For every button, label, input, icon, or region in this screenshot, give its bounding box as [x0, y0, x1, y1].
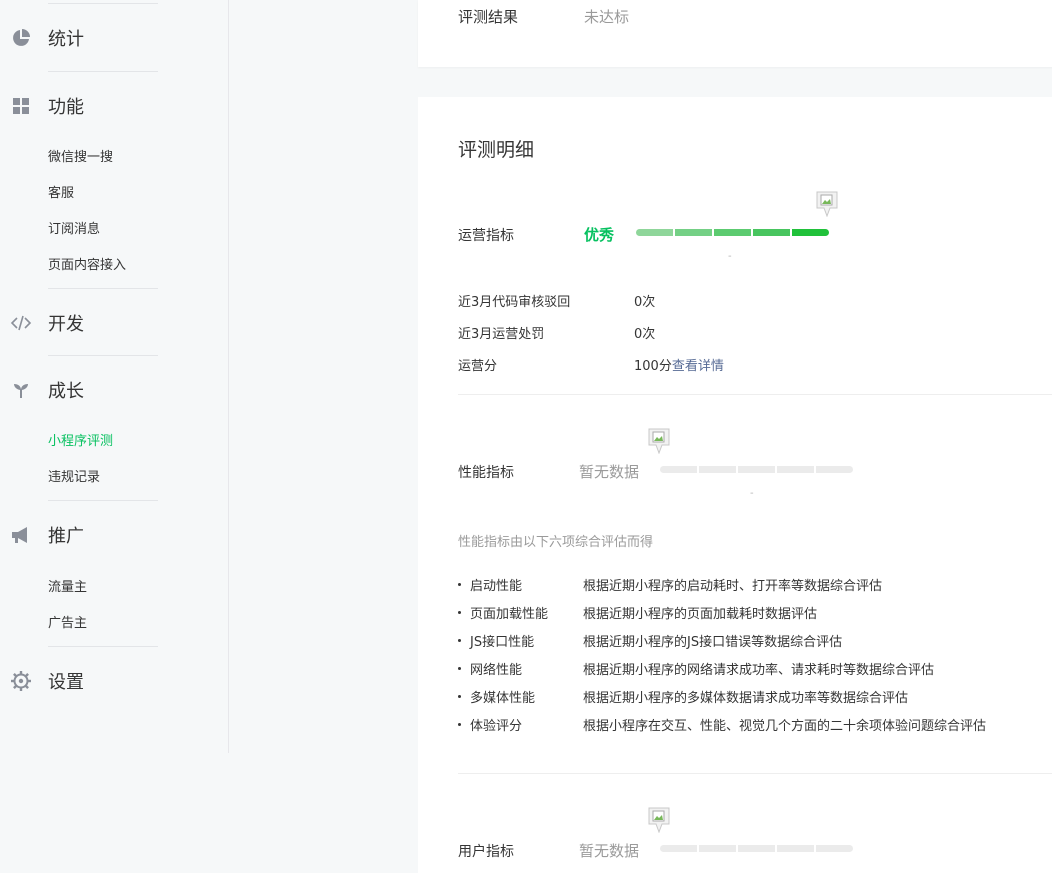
item-desc: 根据近期小程序的网络请求成功率、请求耗时等数据综合评估	[583, 663, 935, 678]
level-segment	[699, 466, 736, 473]
megaphone-icon	[10, 524, 32, 546]
sidebar-section-promo[interactable]: 推广	[0, 521, 229, 549]
level-segment	[777, 845, 814, 852]
operation-rating: 优秀	[584, 226, 615, 244]
item-desc: 根据近期小程序的启动耗时、打开率等数据综合评估	[583, 579, 883, 594]
level-segment	[714, 229, 751, 236]
level-segment	[777, 466, 814, 473]
audit-reject-value: 0次	[634, 295, 656, 310]
user-rating: 暂无数据	[579, 842, 640, 860]
item-name: 启动性能	[470, 579, 523, 594]
sidebar-section-label: 开发	[48, 314, 84, 335]
level-segment	[660, 466, 697, 473]
sidebar-section-label: 推广	[48, 526, 84, 547]
performance-rating: 暂无数据	[579, 463, 640, 481]
sidebar-section-label: 设置	[48, 672, 84, 693]
operation-level-bar	[636, 229, 829, 236]
sidebar-divider	[48, 3, 158, 4]
operation-score-row: 100分查看详情	[634, 355, 724, 374]
user-level-bar	[660, 845, 853, 852]
sidebar-item-traffic-owner[interactable]: 流量主	[48, 576, 87, 595]
section-divider	[458, 773, 1052, 774]
operation-dash: -	[728, 251, 732, 262]
grid-icon	[10, 95, 32, 117]
sidebar-section-label: 功能	[48, 97, 84, 118]
operation-indicator-label: 运营指标	[458, 228, 514, 244]
level-segment	[636, 229, 673, 236]
penalty-value: 0次	[634, 327, 656, 342]
level-segment	[660, 845, 697, 852]
sidebar-divider	[48, 500, 158, 501]
sidebar-divider	[48, 646, 158, 647]
sidebar-section-dev[interactable]: 开发	[0, 309, 229, 337]
sidebar-section-stats[interactable]: 统计	[0, 24, 229, 52]
code-icon	[10, 312, 32, 334]
level-marker-icon	[648, 428, 670, 454]
performance-level-bar	[660, 466, 853, 473]
level-segment	[816, 845, 853, 852]
item-desc: 根据近期小程序的JS接口错误等数据综合评估	[583, 635, 843, 650]
sidebar-item-violation-records[interactable]: 违规记录	[48, 466, 100, 485]
performance-indicator-label: 性能指标	[458, 465, 514, 481]
performance-note: 性能指标由以下六项综合评估而得	[458, 535, 654, 550]
sidebar-item-mini-program-evaluation[interactable]: 小程序评测	[48, 430, 113, 449]
audit-reject-label: 近3月代码审核驳回	[458, 295, 571, 310]
item-name: 多媒体性能	[470, 691, 536, 706]
sidebar-item-wechat-search[interactable]: 微信搜一搜	[48, 146, 113, 165]
sprout-icon	[10, 379, 32, 401]
sidebar: 统计 功能 微信搜一搜 客服 订阅消息 页面内容接入 开发 成长 小程序评测 违…	[0, 0, 229, 753]
level-segment	[753, 229, 790, 236]
level-segment	[699, 845, 736, 852]
item-desc: 根据小程序在交互、性能、视觉几个方面的二十余项体验问题综合评估	[583, 719, 987, 734]
sidebar-section-features[interactable]: 功能	[0, 92, 229, 120]
performance-dash: -	[750, 488, 754, 499]
detail-title: 评测明细	[458, 139, 535, 161]
result-card: 评测结果 未达标	[418, 0, 1052, 67]
item-name: 网络性能	[470, 663, 523, 678]
section-divider	[458, 394, 1052, 395]
sidebar-item-subscribe-message[interactable]: 订阅消息	[48, 218, 100, 237]
level-segment	[738, 466, 775, 473]
item-desc: 根据近期小程序的多媒体数据请求成功率等数据综合评估	[583, 691, 909, 706]
level-marker-icon	[816, 191, 838, 217]
operation-score-label: 运营分	[458, 359, 498, 374]
sidebar-section-label: 统计	[48, 29, 84, 50]
sidebar-section-growth[interactable]: 成长	[0, 376, 229, 404]
sidebar-section-settings[interactable]: 设置	[0, 667, 229, 695]
level-segment	[738, 845, 775, 852]
pie-chart-icon	[10, 27, 32, 49]
item-name: 页面加载性能	[470, 607, 549, 622]
level-segment	[675, 229, 712, 236]
user-indicator-label: 用户指标	[458, 844, 514, 860]
detail-card: 评测明细 运营指标 优秀 - 近3月代码审核驳回 0次 近3月运营处罚 0次 运…	[418, 97, 1052, 873]
view-details-link[interactable]: 查看详情	[672, 359, 724, 374]
result-value: 未达标	[584, 8, 630, 26]
sidebar-divider	[48, 355, 158, 356]
penalty-label: 近3月运营处罚	[458, 327, 545, 342]
operation-score-value: 100分	[634, 359, 672, 374]
level-segment	[816, 466, 853, 473]
result-label: 评测结果	[458, 8, 519, 26]
item-desc: 根据近期小程序的页面加载耗时数据评估	[583, 607, 818, 622]
item-name: 体验评分	[470, 719, 523, 734]
sidebar-item-customer-service[interactable]: 客服	[48, 182, 74, 201]
sidebar-divider	[48, 71, 158, 72]
item-name: JS接口性能	[470, 635, 535, 650]
sidebar-item-page-content[interactable]: 页面内容接入	[48, 254, 126, 273]
sidebar-divider	[48, 288, 158, 289]
level-segment	[792, 229, 829, 236]
gear-icon	[10, 670, 32, 692]
sidebar-item-advertiser[interactable]: 广告主	[48, 612, 87, 631]
level-marker-icon	[648, 807, 670, 833]
sidebar-section-label: 成长	[48, 381, 84, 402]
